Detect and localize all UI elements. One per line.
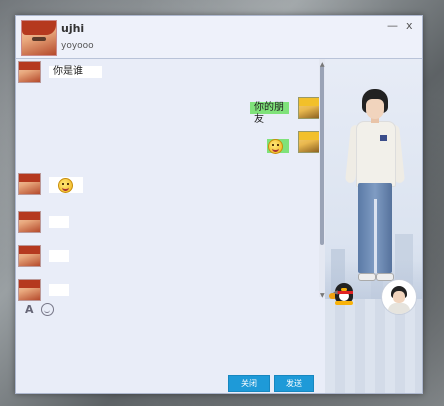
collapse-arrow-icon[interactable]: ◀ bbox=[333, 289, 338, 296]
font-icon[interactable]: A bbox=[25, 303, 34, 316]
contact-signature: yoyooo bbox=[61, 41, 94, 51]
self-mini-avatar[interactable] bbox=[381, 279, 417, 315]
message-area[interactable]: 你是谁 你的朋友 bbox=[16, 59, 321, 393]
figure-pocket bbox=[380, 135, 387, 141]
message-bubble: 你是谁 bbox=[49, 66, 102, 78]
figure-shirt bbox=[356, 121, 396, 187]
contact-avatar[interactable] bbox=[21, 20, 57, 56]
send-button[interactable]: 发送 bbox=[274, 375, 314, 392]
sender-avatar[interactable] bbox=[18, 211, 41, 233]
message-bubble bbox=[49, 250, 69, 262]
smile-emoji-icon bbox=[58, 178, 73, 193]
close-window-button[interactable]: x bbox=[406, 19, 413, 32]
sender-avatar[interactable] bbox=[18, 173, 41, 195]
sender-avatar[interactable] bbox=[18, 61, 41, 83]
scroll-up-icon[interactable]: ▲ bbox=[320, 61, 325, 68]
sender-avatar[interactable] bbox=[18, 279, 41, 301]
figure-face bbox=[366, 99, 384, 119]
chat-window: ujhi yoyooo — x 你是谁 你的朋友 ▲ ▼ A 关闭 发送 bbox=[15, 15, 423, 394]
message-bubble bbox=[49, 216, 69, 228]
sender-avatar[interactable] bbox=[18, 245, 41, 267]
figure-shoe bbox=[358, 273, 376, 281]
avatar-show-panel bbox=[325, 59, 422, 393]
smile-emoji-icon bbox=[268, 139, 283, 154]
message-bubble bbox=[49, 284, 69, 296]
contact-nickname[interactable]: ujhi bbox=[61, 22, 84, 35]
close-button[interactable]: 关闭 bbox=[228, 375, 270, 392]
scrollbar-thumb[interactable] bbox=[320, 65, 324, 245]
own-avatar[interactable] bbox=[298, 131, 321, 153]
minimize-button[interactable]: — bbox=[387, 19, 398, 32]
own-avatar[interactable] bbox=[298, 97, 321, 119]
scroll-down-icon[interactable]: ▼ bbox=[320, 292, 325, 299]
figure-leg-gap bbox=[374, 199, 377, 273]
emoji-picker-icon[interactable] bbox=[41, 303, 54, 316]
message-bubble-own: 你的朋友 bbox=[250, 102, 289, 125]
chat-header: ujhi yoyooo — x bbox=[16, 16, 422, 59]
